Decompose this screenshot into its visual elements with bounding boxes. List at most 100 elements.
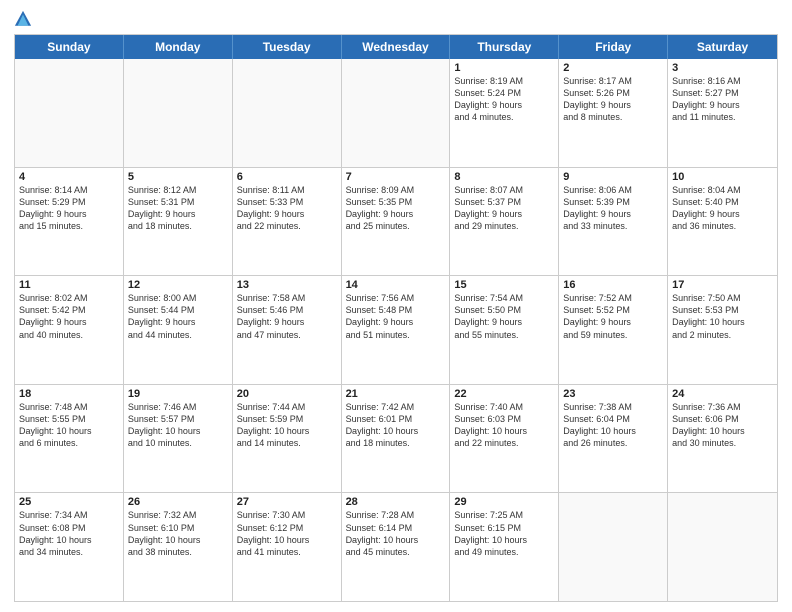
day-info: Sunrise: 8:17 AM Sunset: 5:26 PM Dayligh… bbox=[563, 75, 663, 124]
day-number: 19 bbox=[128, 388, 228, 400]
day-number: 21 bbox=[346, 388, 446, 400]
calendar: SundayMondayTuesdayWednesdayThursdayFrid… bbox=[14, 34, 778, 602]
calendar-cell: 1Sunrise: 8:19 AM Sunset: 5:24 PM Daylig… bbox=[450, 59, 559, 167]
day-number: 12 bbox=[128, 279, 228, 291]
calendar-cell: 23Sunrise: 7:38 AM Sunset: 6:04 PM Dayli… bbox=[559, 385, 668, 493]
calendar-header-cell: Saturday bbox=[668, 35, 777, 59]
calendar-cell: 17Sunrise: 7:50 AM Sunset: 5:53 PM Dayli… bbox=[668, 276, 777, 384]
day-info: Sunrise: 8:11 AM Sunset: 5:33 PM Dayligh… bbox=[237, 184, 337, 233]
day-info: Sunrise: 7:30 AM Sunset: 6:12 PM Dayligh… bbox=[237, 509, 337, 558]
page: SundayMondayTuesdayWednesdayThursdayFrid… bbox=[0, 0, 792, 612]
day-info: Sunrise: 7:28 AM Sunset: 6:14 PM Dayligh… bbox=[346, 509, 446, 558]
day-number: 17 bbox=[672, 279, 773, 291]
calendar-header-cell: Sunday bbox=[15, 35, 124, 59]
day-number: 26 bbox=[128, 496, 228, 508]
calendar-body: 1Sunrise: 8:19 AM Sunset: 5:24 PM Daylig… bbox=[15, 59, 777, 601]
day-info: Sunrise: 7:52 AM Sunset: 5:52 PM Dayligh… bbox=[563, 292, 663, 341]
calendar-header-cell: Thursday bbox=[450, 35, 559, 59]
day-info: Sunrise: 7:32 AM Sunset: 6:10 PM Dayligh… bbox=[128, 509, 228, 558]
day-info: Sunrise: 8:02 AM Sunset: 5:42 PM Dayligh… bbox=[19, 292, 119, 341]
calendar-cell: 5Sunrise: 8:12 AM Sunset: 5:31 PM Daylig… bbox=[124, 168, 233, 276]
day-info: Sunrise: 8:09 AM Sunset: 5:35 PM Dayligh… bbox=[346, 184, 446, 233]
day-info: Sunrise: 7:40 AM Sunset: 6:03 PM Dayligh… bbox=[454, 401, 554, 450]
day-info: Sunrise: 7:50 AM Sunset: 5:53 PM Dayligh… bbox=[672, 292, 773, 341]
day-info: Sunrise: 7:38 AM Sunset: 6:04 PM Dayligh… bbox=[563, 401, 663, 450]
day-number: 7 bbox=[346, 171, 446, 183]
day-number: 29 bbox=[454, 496, 554, 508]
day-number: 14 bbox=[346, 279, 446, 291]
calendar-cell: 6Sunrise: 8:11 AM Sunset: 5:33 PM Daylig… bbox=[233, 168, 342, 276]
calendar-cell: 14Sunrise: 7:56 AM Sunset: 5:48 PM Dayli… bbox=[342, 276, 451, 384]
calendar-header-row: SundayMondayTuesdayWednesdayThursdayFrid… bbox=[15, 35, 777, 59]
calendar-cell bbox=[559, 493, 668, 601]
calendar-cell: 26Sunrise: 7:32 AM Sunset: 6:10 PM Dayli… bbox=[124, 493, 233, 601]
day-number: 5 bbox=[128, 171, 228, 183]
calendar-cell: 22Sunrise: 7:40 AM Sunset: 6:03 PM Dayli… bbox=[450, 385, 559, 493]
calendar-header-cell: Tuesday bbox=[233, 35, 342, 59]
day-number: 2 bbox=[563, 62, 663, 74]
calendar-cell: 25Sunrise: 7:34 AM Sunset: 6:08 PM Dayli… bbox=[15, 493, 124, 601]
day-info: Sunrise: 8:04 AM Sunset: 5:40 PM Dayligh… bbox=[672, 184, 773, 233]
day-number: 23 bbox=[563, 388, 663, 400]
calendar-cell bbox=[342, 59, 451, 167]
calendar-cell: 16Sunrise: 7:52 AM Sunset: 5:52 PM Dayli… bbox=[559, 276, 668, 384]
calendar-cell: 29Sunrise: 7:25 AM Sunset: 6:15 PM Dayli… bbox=[450, 493, 559, 601]
calendar-cell: 15Sunrise: 7:54 AM Sunset: 5:50 PM Dayli… bbox=[450, 276, 559, 384]
day-info: Sunrise: 7:36 AM Sunset: 6:06 PM Dayligh… bbox=[672, 401, 773, 450]
day-info: Sunrise: 8:12 AM Sunset: 5:31 PM Dayligh… bbox=[128, 184, 228, 233]
calendar-cell: 24Sunrise: 7:36 AM Sunset: 6:06 PM Dayli… bbox=[668, 385, 777, 493]
calendar-row: 25Sunrise: 7:34 AM Sunset: 6:08 PM Dayli… bbox=[15, 493, 777, 601]
calendar-header-cell: Wednesday bbox=[342, 35, 451, 59]
calendar-cell bbox=[668, 493, 777, 601]
day-info: Sunrise: 7:44 AM Sunset: 5:59 PM Dayligh… bbox=[237, 401, 337, 450]
calendar-cell: 11Sunrise: 8:02 AM Sunset: 5:42 PM Dayli… bbox=[15, 276, 124, 384]
day-info: Sunrise: 7:58 AM Sunset: 5:46 PM Dayligh… bbox=[237, 292, 337, 341]
calendar-cell: 3Sunrise: 8:16 AM Sunset: 5:27 PM Daylig… bbox=[668, 59, 777, 167]
calendar-cell: 12Sunrise: 8:00 AM Sunset: 5:44 PM Dayli… bbox=[124, 276, 233, 384]
day-number: 4 bbox=[19, 171, 119, 183]
day-number: 10 bbox=[672, 171, 773, 183]
day-info: Sunrise: 7:46 AM Sunset: 5:57 PM Dayligh… bbox=[128, 401, 228, 450]
day-number: 20 bbox=[237, 388, 337, 400]
calendar-row: 18Sunrise: 7:48 AM Sunset: 5:55 PM Dayli… bbox=[15, 385, 777, 494]
calendar-cell: 8Sunrise: 8:07 AM Sunset: 5:37 PM Daylig… bbox=[450, 168, 559, 276]
day-number: 1 bbox=[454, 62, 554, 74]
calendar-cell bbox=[233, 59, 342, 167]
day-number: 8 bbox=[454, 171, 554, 183]
day-number: 18 bbox=[19, 388, 119, 400]
calendar-cell: 7Sunrise: 8:09 AM Sunset: 5:35 PM Daylig… bbox=[342, 168, 451, 276]
calendar-cell: 2Sunrise: 8:17 AM Sunset: 5:26 PM Daylig… bbox=[559, 59, 668, 167]
day-info: Sunrise: 7:56 AM Sunset: 5:48 PM Dayligh… bbox=[346, 292, 446, 341]
calendar-row: 1Sunrise: 8:19 AM Sunset: 5:24 PM Daylig… bbox=[15, 59, 777, 168]
day-info: Sunrise: 8:06 AM Sunset: 5:39 PM Dayligh… bbox=[563, 184, 663, 233]
day-info: Sunrise: 7:54 AM Sunset: 5:50 PM Dayligh… bbox=[454, 292, 554, 341]
day-info: Sunrise: 8:00 AM Sunset: 5:44 PM Dayligh… bbox=[128, 292, 228, 341]
calendar-cell: 18Sunrise: 7:48 AM Sunset: 5:55 PM Dayli… bbox=[15, 385, 124, 493]
header bbox=[14, 10, 778, 28]
calendar-cell bbox=[124, 59, 233, 167]
logo bbox=[14, 10, 36, 28]
calendar-cell: 19Sunrise: 7:46 AM Sunset: 5:57 PM Dayli… bbox=[124, 385, 233, 493]
day-number: 15 bbox=[454, 279, 554, 291]
calendar-cell: 28Sunrise: 7:28 AM Sunset: 6:14 PM Dayli… bbox=[342, 493, 451, 601]
day-number: 22 bbox=[454, 388, 554, 400]
calendar-row: 4Sunrise: 8:14 AM Sunset: 5:29 PM Daylig… bbox=[15, 168, 777, 277]
calendar-cell: 10Sunrise: 8:04 AM Sunset: 5:40 PM Dayli… bbox=[668, 168, 777, 276]
calendar-row: 11Sunrise: 8:02 AM Sunset: 5:42 PM Dayli… bbox=[15, 276, 777, 385]
calendar-cell: 20Sunrise: 7:44 AM Sunset: 5:59 PM Dayli… bbox=[233, 385, 342, 493]
calendar-cell: 9Sunrise: 8:06 AM Sunset: 5:39 PM Daylig… bbox=[559, 168, 668, 276]
day-info: Sunrise: 7:25 AM Sunset: 6:15 PM Dayligh… bbox=[454, 509, 554, 558]
calendar-header-cell: Monday bbox=[124, 35, 233, 59]
day-number: 11 bbox=[19, 279, 119, 291]
day-number: 13 bbox=[237, 279, 337, 291]
calendar-header-cell: Friday bbox=[559, 35, 668, 59]
day-number: 16 bbox=[563, 279, 663, 291]
calendar-cell: 4Sunrise: 8:14 AM Sunset: 5:29 PM Daylig… bbox=[15, 168, 124, 276]
day-info: Sunrise: 8:16 AM Sunset: 5:27 PM Dayligh… bbox=[672, 75, 773, 124]
day-number: 28 bbox=[346, 496, 446, 508]
calendar-cell bbox=[15, 59, 124, 167]
calendar-cell: 27Sunrise: 7:30 AM Sunset: 6:12 PM Dayli… bbox=[233, 493, 342, 601]
logo-icon bbox=[14, 10, 32, 28]
day-info: Sunrise: 7:42 AM Sunset: 6:01 PM Dayligh… bbox=[346, 401, 446, 450]
day-info: Sunrise: 7:34 AM Sunset: 6:08 PM Dayligh… bbox=[19, 509, 119, 558]
